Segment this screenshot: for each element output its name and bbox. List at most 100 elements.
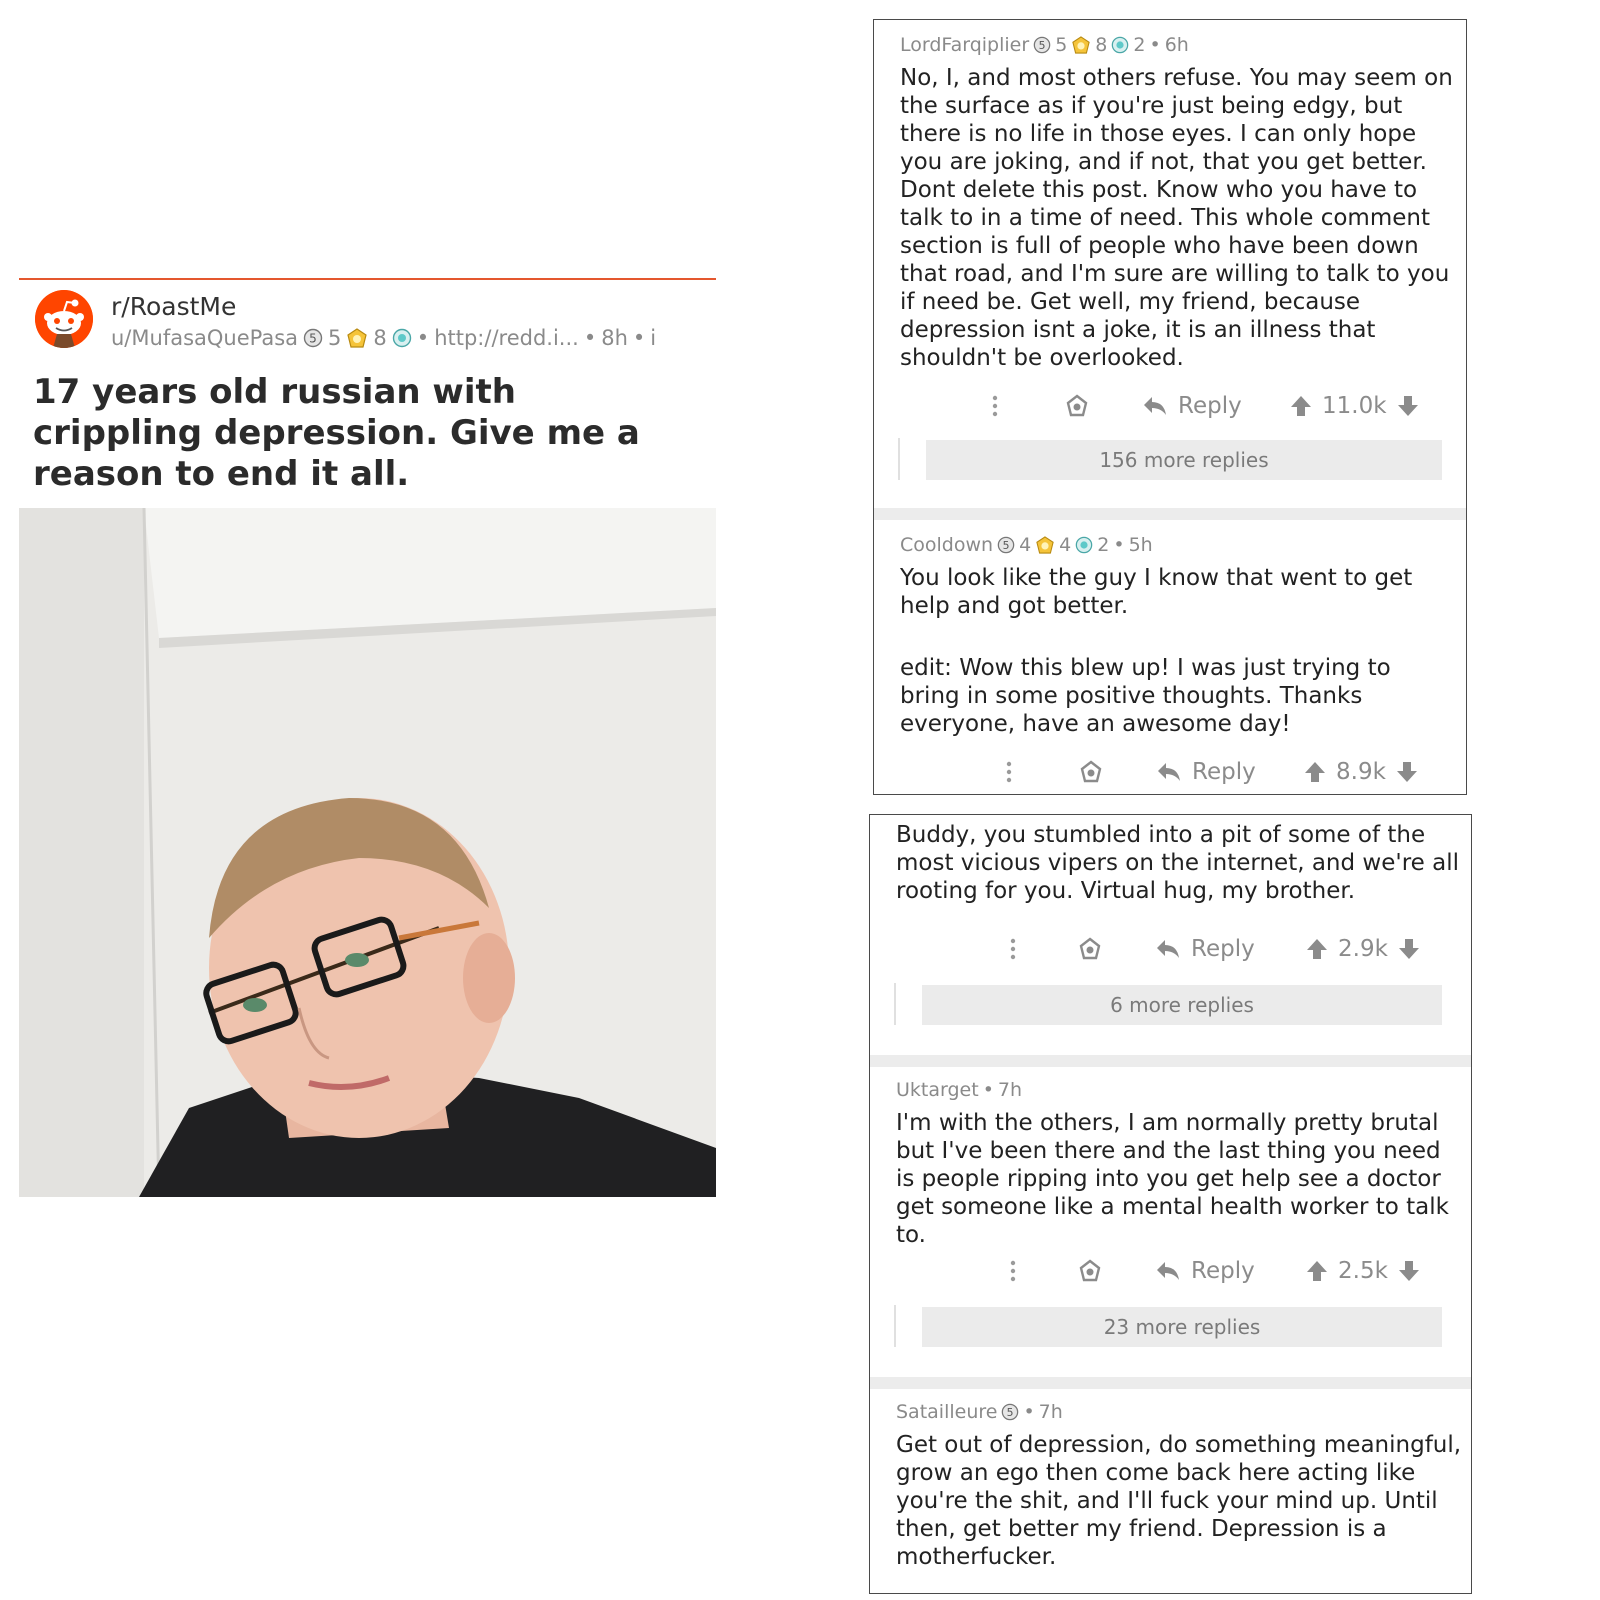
- gold-count: 8: [1095, 34, 1108, 56]
- comment-divider: [870, 1055, 1471, 1067]
- vote-control: 11.0k: [1290, 386, 1419, 426]
- more-replies-button[interactable]: 156 more replies: [926, 440, 1442, 480]
- comment-actions: Reply 2.9k: [870, 929, 1471, 969]
- comment-body: Buddy, you stumbled into a pit of some o…: [896, 821, 1466, 905]
- comment-author[interactable]: Uktarget: [896, 1079, 979, 1101]
- post-photo[interactable]: [19, 508, 716, 1197]
- meta-separator: •: [416, 326, 430, 350]
- give-award-icon[interactable]: [1077, 1251, 1103, 1291]
- vote-control: 2.9k: [1306, 929, 1420, 969]
- comment-text: You look like the guy I know that went t…: [900, 565, 1413, 619]
- comment-body: No, I, and most others refuse. You may s…: [900, 64, 1455, 372]
- post-age: 8h: [601, 326, 628, 350]
- meta-separator: •: [1149, 34, 1161, 56]
- vote-control: 2.5k: [1306, 1251, 1420, 1291]
- post-link[interactable]: http://redd.i...: [434, 326, 579, 350]
- silver-count: 4: [1019, 534, 1032, 556]
- more-options-icon[interactable]: [1006, 752, 1012, 792]
- silver-count: 5: [1055, 34, 1068, 56]
- comment-panel: Buddy, you stumbled into a pit of some o…: [869, 814, 1472, 1594]
- comment-author[interactable]: Satailleure: [896, 1401, 997, 1423]
- comment-meta: Cooldown 5 4 4 2 • 5h: [900, 534, 1153, 556]
- give-award-icon[interactable]: [1077, 929, 1103, 969]
- comment-meta: LordFarqiplier 5 5 8 2 • 6h: [900, 34, 1189, 56]
- gold-award-icon: [346, 328, 368, 348]
- upvote-arrow-icon[interactable]: [1306, 1260, 1328, 1282]
- comment-score: 11.0k: [1322, 393, 1387, 419]
- more-replies-button[interactable]: 23 more replies: [922, 1307, 1442, 1347]
- meta-separator: •: [1023, 1401, 1035, 1423]
- silver-award-icon: 5: [997, 536, 1015, 554]
- svg-text:5: 5: [1039, 39, 1046, 52]
- silver-award-icon: 5: [303, 328, 323, 348]
- upvote-arrow-icon[interactable]: [1290, 395, 1312, 417]
- comment-text: Get out of depression, do something mean…: [896, 1432, 1462, 1570]
- comment-author[interactable]: LordFarqiplier: [900, 34, 1029, 56]
- comment-age: 7h: [1038, 1401, 1063, 1423]
- comment-age: 5h: [1128, 534, 1153, 556]
- vote-control: 8.9k: [1304, 752, 1418, 792]
- comment-text: No, I, and most others refuse. You may s…: [900, 65, 1453, 371]
- comment-score: 2.9k: [1338, 936, 1388, 962]
- platinum-count: 2: [1097, 534, 1110, 556]
- reply-button[interactable]: Reply: [1155, 1251, 1255, 1291]
- post-header: r/RoastMe u/MufasaQuePasa 5 5 8 • http:/…: [19, 280, 716, 500]
- reply-arrow-icon: [1155, 938, 1181, 960]
- thread-line: [898, 438, 900, 480]
- upvote-arrow-icon[interactable]: [1304, 761, 1326, 783]
- more-options-icon[interactable]: [1010, 1251, 1016, 1291]
- comment-edit-text: edit: Wow this blew up! I was just tryin…: [900, 655, 1391, 737]
- reply-button[interactable]: Reply: [1155, 929, 1255, 969]
- upvote-arrow-icon[interactable]: [1306, 938, 1328, 960]
- platinum-award-icon: [1075, 536, 1093, 554]
- downvote-arrow-icon[interactable]: [1398, 1260, 1420, 1282]
- gold-award-icon: [1035, 536, 1055, 554]
- thread-line: [894, 1305, 896, 1347]
- comment-body: You look like the guy I know that went t…: [900, 564, 1455, 738]
- give-award-icon[interactable]: [1078, 752, 1104, 792]
- meta-separator: •: [982, 1079, 994, 1101]
- post-meta: u/MufasaQuePasa 5 5 8 • http://redd.i...…: [111, 326, 656, 350]
- downvote-arrow-icon[interactable]: [1397, 395, 1419, 417]
- comment-author[interactable]: Cooldown: [900, 534, 993, 556]
- downvote-arrow-icon[interactable]: [1398, 938, 1420, 960]
- downvote-arrow-icon[interactable]: [1396, 761, 1418, 783]
- reddit-snoo-icon[interactable]: [35, 290, 93, 348]
- comment-text: I'm with the others, I am normally prett…: [896, 1110, 1449, 1248]
- comment-score: 8.9k: [1336, 759, 1386, 785]
- reply-arrow-icon: [1156, 761, 1182, 783]
- meta-separator: •: [1113, 534, 1125, 556]
- subreddit-name[interactable]: r/RoastMe: [111, 292, 236, 321]
- comment-score: 2.5k: [1338, 1258, 1388, 1284]
- comment-age: 6h: [1164, 34, 1189, 56]
- comment-meta: Satailleure 5 • 7h: [896, 1401, 1063, 1423]
- post-card: r/RoastMe u/MufasaQuePasa 5 5 8 • http:/…: [19, 278, 716, 1197]
- give-award-icon[interactable]: [1064, 386, 1090, 426]
- info-label[interactable]: i: [650, 326, 656, 350]
- comment-meta: Uktarget • 7h: [896, 1079, 1022, 1101]
- meta-separator: •: [632, 326, 646, 350]
- reply-arrow-icon: [1142, 395, 1168, 417]
- comment-text: Buddy, you stumbled into a pit of some o…: [896, 822, 1459, 904]
- svg-text:5: 5: [309, 332, 317, 346]
- comment-divider: [874, 508, 1466, 520]
- post-title[interactable]: 17 years old russian with crippling depr…: [33, 372, 693, 495]
- more-options-icon[interactable]: [992, 386, 998, 426]
- post-author[interactable]: u/MufasaQuePasa: [111, 326, 298, 350]
- reply-label: Reply: [1191, 936, 1255, 962]
- reply-label: Reply: [1178, 393, 1242, 419]
- comment-actions: Reply 11.0k: [874, 386, 1466, 426]
- comment-divider: [870, 1377, 1471, 1389]
- gold-count: 4: [1059, 534, 1072, 556]
- thread-line: [894, 983, 896, 1025]
- more-replies-button[interactable]: 6 more replies: [922, 985, 1442, 1025]
- comment-panel: LordFarqiplier 5 5 8 2 • 6h No, I, and m…: [873, 19, 1467, 795]
- silver-award-icon: 5: [1001, 1403, 1019, 1421]
- reply-button[interactable]: Reply: [1142, 386, 1242, 426]
- comment-actions: Reply 2.5k: [870, 1251, 1471, 1291]
- reply-button[interactable]: Reply: [1156, 752, 1256, 792]
- more-options-icon[interactable]: [1010, 929, 1016, 969]
- svg-text:5: 5: [1003, 539, 1010, 552]
- meta-separator: •: [583, 326, 597, 350]
- comment-body: I'm with the others, I am normally prett…: [896, 1109, 1466, 1249]
